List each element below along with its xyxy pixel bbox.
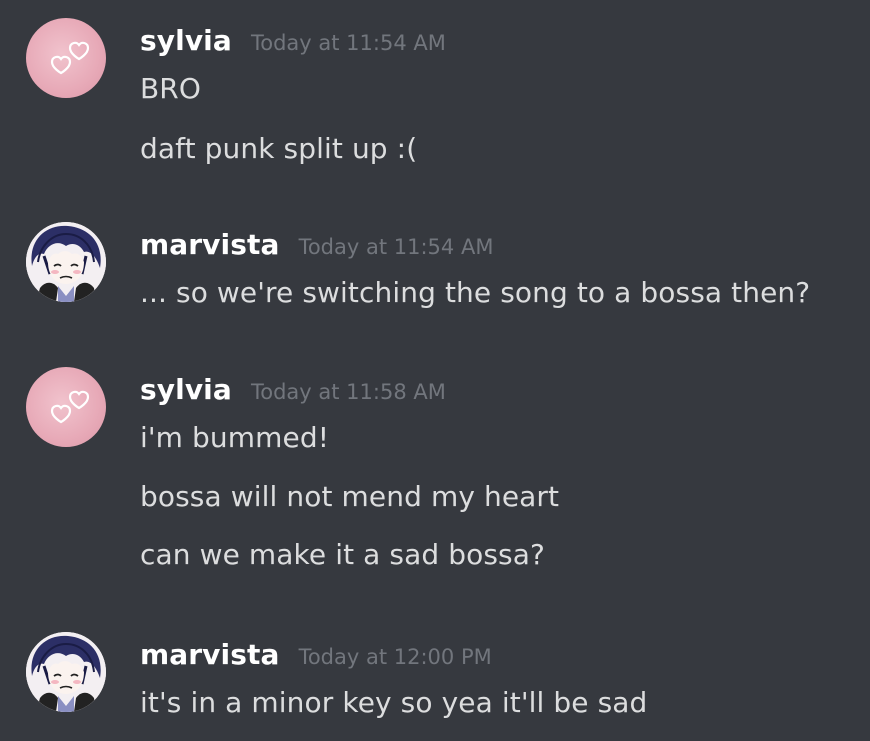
username[interactable]: sylvia xyxy=(140,24,232,57)
message-text: it's in a minor key so yea it'll be sad xyxy=(140,686,648,719)
message-text: daft punk split up :( xyxy=(140,132,418,165)
user-avatar-marvista[interactable] xyxy=(26,222,106,302)
message-text: BRO xyxy=(140,72,202,105)
message-text: ... so we're switching the song to a bos… xyxy=(140,276,811,309)
username[interactable]: marvista xyxy=(140,228,279,261)
anime-character-avatar xyxy=(26,222,106,302)
timestamp[interactable]: Today at 11:54 AM xyxy=(299,235,494,259)
username[interactable]: sylvia xyxy=(140,373,232,406)
user-avatar-sylvia[interactable] xyxy=(26,18,106,98)
hearts-icon xyxy=(50,41,90,75)
user-avatar-marvista[interactable] xyxy=(26,632,106,712)
message-text: bossa will not mend my heart xyxy=(140,480,560,513)
timestamp[interactable]: Today at 11:54 AM xyxy=(251,31,446,55)
user-avatar-sylvia[interactable] xyxy=(26,367,106,447)
message-text: can we make it a sad bossa? xyxy=(140,538,545,571)
hearts-icon xyxy=(50,390,90,424)
username[interactable]: marvista xyxy=(140,638,279,671)
timestamp[interactable]: Today at 11:58 AM xyxy=(251,380,446,404)
anime-character-avatar xyxy=(26,632,106,712)
timestamp[interactable]: Today at 12:00 PM xyxy=(299,645,492,669)
message-text: i'm bummed! xyxy=(140,421,330,454)
